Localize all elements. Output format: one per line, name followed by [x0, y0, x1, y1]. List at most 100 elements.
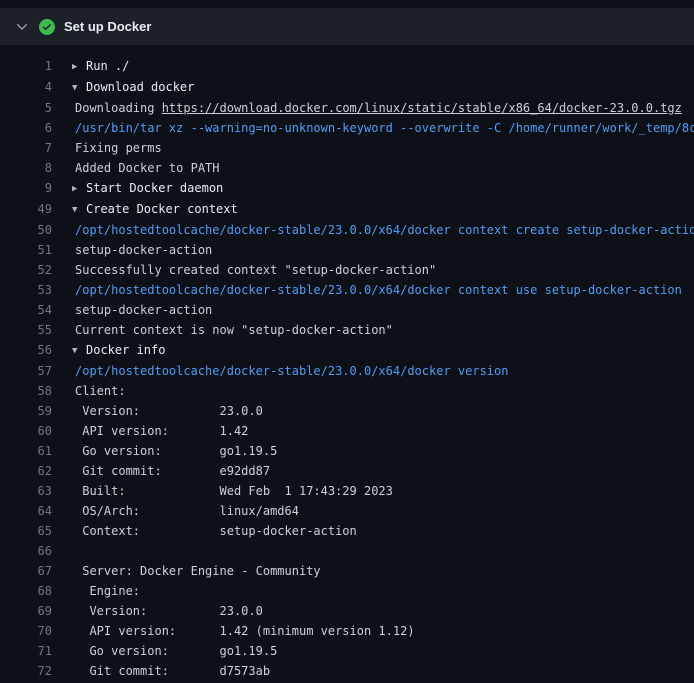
expand-triangle-icon[interactable]: ▶ [72, 179, 86, 199]
line-number[interactable]: 49 [0, 199, 52, 220]
line-text: Client: [52, 381, 126, 401]
log-line: 53/opt/hostedtoolcache/docker-stable/23.… [0, 280, 694, 300]
collapse-triangle-icon[interactable]: ▼ [72, 200, 86, 220]
line-text-content: Git commit: e92dd87 [75, 464, 270, 478]
line-number[interactable]: 58 [0, 381, 52, 401]
line-number[interactable]: 63 [0, 481, 52, 501]
log-line: 52 Successfully created context "setup-do… [0, 260, 694, 280]
line-text: /opt/hostedtoolcache/docker-stable/23.0.… [52, 280, 682, 300]
line-number[interactable]: 70 [0, 621, 52, 641]
group-title[interactable]: ▼Docker info [52, 340, 165, 361]
log-line: 66 [0, 541, 694, 561]
line-text: OS/Arch: linux/amd64 [52, 501, 299, 521]
line-number[interactable]: 9 [0, 178, 52, 199]
line-text: Context: setup-docker-action [52, 521, 357, 541]
line-number[interactable]: 52 [0, 260, 52, 280]
line-number[interactable]: 55 [0, 320, 52, 340]
line-number[interactable]: 62 [0, 461, 52, 481]
log-line: 54setup-docker-action [0, 300, 694, 320]
log-group-line: 56▼Docker info [0, 340, 694, 361]
line-number[interactable]: 59 [0, 401, 52, 421]
line-text-content: /opt/hostedtoolcache/docker-stable/23.0.… [75, 364, 508, 378]
line-text: Git commit: e92dd87 [52, 461, 270, 481]
log-line: 8 Added Docker to PATH [0, 158, 694, 178]
line-number[interactable]: 64 [0, 501, 52, 521]
log-line: 64 OS/Arch: linux/amd64 [0, 501, 694, 521]
line-number[interactable]: 67 [0, 561, 52, 581]
log-line: 65 Context: setup-docker-action [0, 521, 694, 541]
line-text-content: Fixing perms [75, 141, 162, 155]
line-text-content: Git commit: d7573ab [75, 664, 270, 678]
chevron-down-icon[interactable] [14, 19, 30, 35]
line-text: Added Docker to PATH [52, 158, 220, 178]
line-text: setup-docker-action [52, 240, 212, 260]
line-text: Go version: go1.19.5 [52, 441, 277, 461]
line-text-content: Built: Wed Feb 1 17:43:29 2023 [75, 484, 393, 498]
line-text: Git commit: d7573ab [52, 661, 270, 681]
line-number[interactable]: 4 [0, 77, 52, 98]
line-number[interactable]: 72 [0, 661, 52, 681]
line-number[interactable]: 66 [0, 541, 52, 561]
line-number[interactable]: 69 [0, 601, 52, 621]
line-text: setup-docker-action [52, 300, 212, 320]
line-text-prefix: Downloading [75, 101, 162, 115]
line-text-content: Client: [75, 384, 126, 398]
log-group-line: 1▶Run ./ [0, 56, 694, 77]
line-text: Fixing perms [52, 138, 162, 158]
line-number[interactable]: 50 [0, 220, 52, 240]
line-number[interactable]: 61 [0, 441, 52, 461]
line-text: API version: 1.42 [52, 421, 248, 441]
log-line: 59 Version: 23.0.0 [0, 401, 694, 421]
line-text-content: Engine: [75, 584, 140, 598]
collapse-triangle-icon[interactable]: ▼ [72, 341, 86, 361]
line-text-content: OS/Arch: linux/amd64 [75, 504, 299, 518]
line-number[interactable]: 71 [0, 641, 52, 661]
download-url-link[interactable]: https://download.docker.com/linux/static… [162, 101, 682, 115]
expand-triangle-icon[interactable]: ▶ [72, 57, 86, 77]
log-group-line: 9▶Start Docker daemon [0, 178, 694, 199]
line-number[interactable]: 68 [0, 581, 52, 601]
group-title[interactable]: ▶Run ./ [52, 56, 129, 77]
log-line: 67 Server: Docker Engine - Community [0, 561, 694, 581]
line-text: Downloading https://download.docker.com/… [52, 98, 682, 118]
line-number[interactable]: 53 [0, 280, 52, 300]
line-number[interactable]: 7 [0, 138, 52, 158]
log-output: 1▶Run ./4▼Download docker5Downloading ht… [0, 45, 694, 681]
group-title[interactable]: ▼Download docker [52, 77, 194, 98]
line-text-content: /opt/hostedtoolcache/docker-stable/23.0.… [75, 223, 694, 237]
line-text-content: Successfully created context "setup-dock… [75, 263, 436, 277]
line-text-content: Run ./ [86, 59, 129, 73]
actions-log-panel: Set up Docker 1▶Run ./4▼Download docker5… [0, 0, 694, 683]
line-text: Built: Wed Feb 1 17:43:29 2023 [52, 481, 393, 501]
line-text-content: Added Docker to PATH [75, 161, 220, 175]
line-text-content: Docker info [86, 343, 165, 357]
line-number[interactable]: 5 [0, 98, 52, 118]
line-number[interactable]: 65 [0, 521, 52, 541]
line-number[interactable]: 60 [0, 421, 52, 441]
log-line: 71 Go version: go1.19.5 [0, 641, 694, 661]
line-text-content: API version: 1.42 [75, 424, 248, 438]
line-text-content: Download docker [86, 80, 194, 94]
line-text-content: Start Docker daemon [86, 181, 223, 195]
line-text [52, 541, 75, 561]
log-line: 60 API version: 1.42 [0, 421, 694, 441]
log-line: 68 Engine: [0, 581, 694, 601]
line-text: API version: 1.42 (minimum version 1.12) [52, 621, 415, 641]
line-number[interactable]: 6 [0, 118, 52, 138]
line-number[interactable]: 51 [0, 240, 52, 260]
line-number[interactable]: 57 [0, 361, 52, 381]
line-text-content: /usr/bin/tar xz --warning=no-unknown-key… [75, 121, 694, 135]
log-line: 57/opt/hostedtoolcache/docker-stable/23.… [0, 361, 694, 381]
step-header[interactable]: Set up Docker [0, 8, 694, 45]
line-number[interactable]: 8 [0, 158, 52, 178]
line-number[interactable]: 1 [0, 56, 52, 77]
group-title[interactable]: ▶Start Docker daemon [52, 178, 223, 199]
line-number[interactable]: 54 [0, 300, 52, 320]
group-title[interactable]: ▼Create Docker context [52, 199, 238, 220]
line-text-content: Version: 23.0.0 [75, 604, 263, 618]
line-text-content: Version: 23.0.0 [75, 404, 263, 418]
line-text: /usr/bin/tar xz --warning=no-unknown-key… [52, 118, 694, 138]
collapse-triangle-icon[interactable]: ▼ [72, 78, 86, 98]
log-line: 7 Fixing perms [0, 138, 694, 158]
line-number[interactable]: 56 [0, 340, 52, 361]
